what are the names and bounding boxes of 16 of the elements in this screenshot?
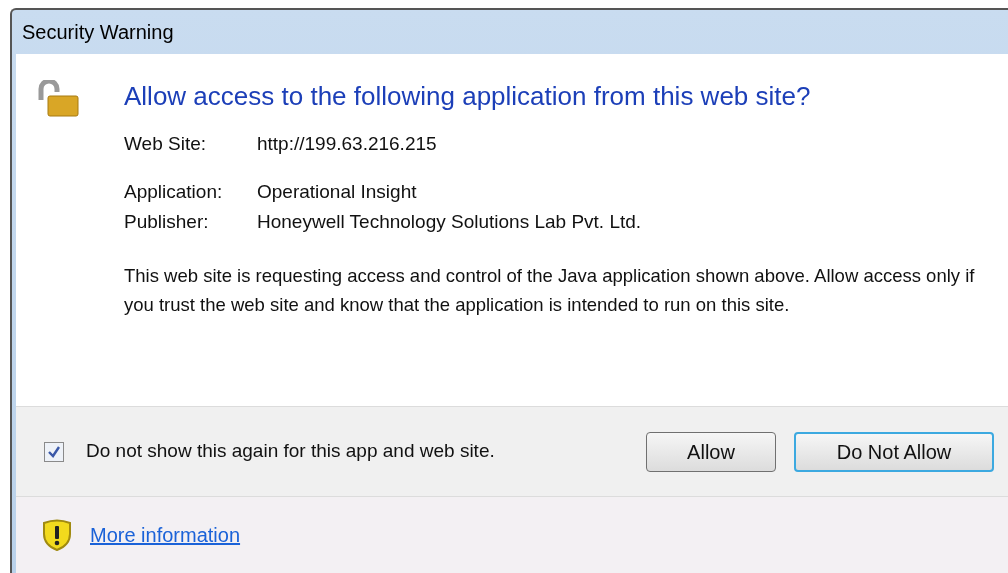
do-not-allow-button[interactable]: Do Not Allow xyxy=(794,431,994,472)
allow-button[interactable]: Allow xyxy=(646,431,776,472)
checkbox-label: Do not show this again for this app and web site. xyxy=(86,439,495,464)
warning-message: This web site is requesting access and control of the Java application shown above. Allow access only if you trust the web site and know that the application is intended to run on this site. xyxy=(124,264,976,317)
more-information-link[interactable]: More information xyxy=(90,520,241,550)
warning-shield-icon xyxy=(40,518,74,552)
field-value: http://199.63.216.215 xyxy=(257,132,437,156)
field-label: Application: xyxy=(124,180,224,204)
field-label: Web Site: xyxy=(124,132,208,156)
checkbox[interactable] xyxy=(44,441,64,462)
field-label: Publisher: xyxy=(124,210,210,234)
field-value: Honeywell Technology Solutions Lab Pvt. Ltd. xyxy=(257,210,642,234)
unlocked-padlock-icon xyxy=(36,80,82,118)
window-title: Security Warning xyxy=(22,20,174,45)
field-value: Operational Insight xyxy=(257,180,417,204)
dialog-heading: Allow access to the following application from this web site? xyxy=(124,81,812,111)
